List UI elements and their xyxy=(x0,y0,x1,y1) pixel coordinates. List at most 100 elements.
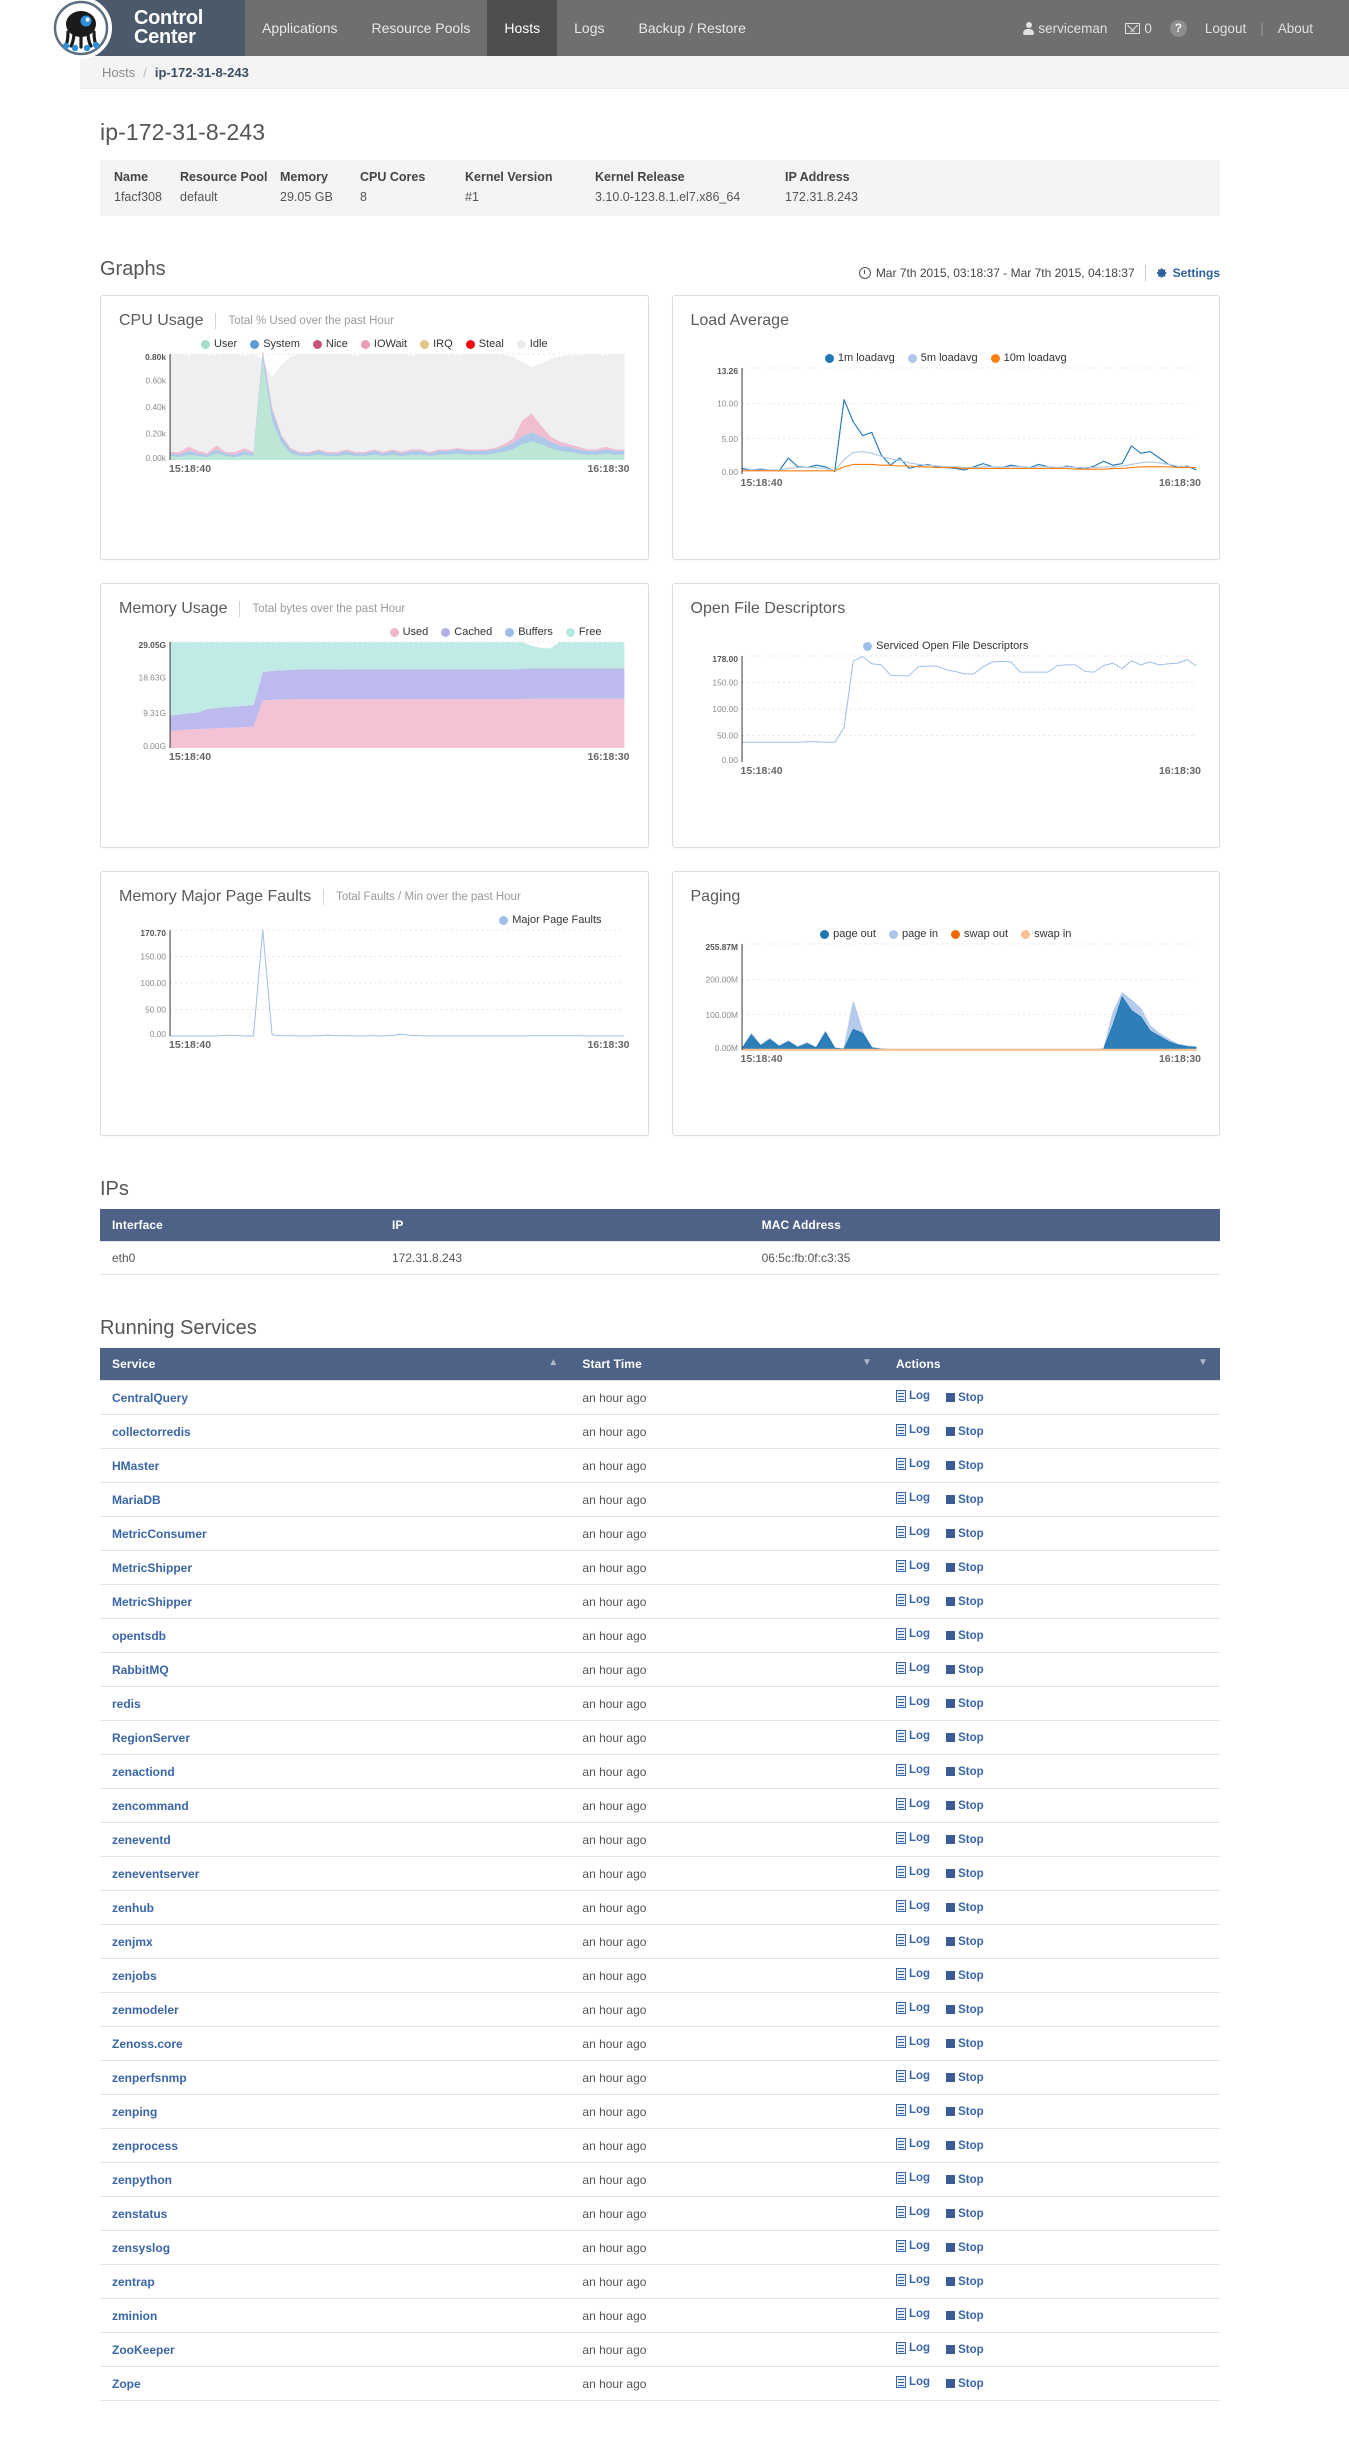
nav-item-hosts[interactable]: Hosts xyxy=(487,0,558,56)
view-log-button[interactable]: Log xyxy=(895,2274,930,2286)
chart-plot-cpu-usage[interactable]: 0.00k 0.20k 0.40k 0.60k 0.80k xyxy=(119,352,630,462)
service-link[interactable]: zenactiond xyxy=(112,1765,175,1779)
stop-service-button[interactable]: Stop xyxy=(946,2072,984,2084)
stop-service-button[interactable]: Stop xyxy=(946,2242,984,2254)
view-log-button[interactable]: Log xyxy=(895,1832,930,1844)
stop-service-button[interactable]: Stop xyxy=(946,1800,984,1812)
stop-service-button[interactable]: Stop xyxy=(946,1698,984,1710)
stop-service-button[interactable]: Stop xyxy=(946,1528,984,1540)
stop-service-button[interactable]: Stop xyxy=(946,1562,984,1574)
breadcrumb-hosts[interactable]: Hosts xyxy=(102,65,135,80)
ips-header-interface[interactable]: Interface xyxy=(100,1209,380,1242)
stop-service-button[interactable]: Stop xyxy=(946,2038,984,2050)
chevron-down-icon[interactable]: ▼ xyxy=(1198,1357,1208,1368)
legend-item[interactable]: Buffers xyxy=(505,626,553,638)
legend-item[interactable]: page out xyxy=(820,928,876,940)
view-log-button[interactable]: Log xyxy=(895,2240,930,2252)
nav-item-resource-pools[interactable]: Resource Pools xyxy=(355,0,488,56)
view-log-button[interactable]: Log xyxy=(895,1560,930,1572)
view-log-button[interactable]: Log xyxy=(895,2206,930,2218)
legend-item[interactable]: Used xyxy=(389,626,428,638)
legend-item[interactable]: Major Page Faults xyxy=(499,914,602,926)
stop-service-button[interactable]: Stop xyxy=(946,2310,984,2322)
view-log-button[interactable]: Log xyxy=(895,1628,930,1640)
legend-item[interactable]: Steal xyxy=(465,338,504,350)
service-link[interactable]: MariaDB xyxy=(112,1493,161,1507)
view-log-button[interactable]: Log xyxy=(895,1696,930,1708)
stop-service-button[interactable]: Stop xyxy=(946,1732,984,1744)
legend-item[interactable]: IRQ xyxy=(420,338,453,350)
nav-item-applications[interactable]: Applications xyxy=(245,0,355,56)
ips-header-mac[interactable]: MAC Address xyxy=(749,1209,1220,1242)
service-link[interactable]: zenjmx xyxy=(112,1935,153,1949)
legend-item[interactable]: User xyxy=(200,338,237,350)
services-header-service[interactable]: Service ▲ xyxy=(100,1348,571,1381)
service-link[interactable]: zminion xyxy=(112,2309,157,2323)
nav-item-backup-restore[interactable]: Backup / Restore xyxy=(621,0,762,56)
service-link[interactable]: Zope xyxy=(112,2377,141,2391)
legend-item[interactable]: page in xyxy=(888,928,938,940)
view-log-button[interactable]: Log xyxy=(895,1968,930,1980)
about-link[interactable]: About xyxy=(1272,21,1319,36)
service-link[interactable]: zenprocess xyxy=(112,2139,178,2153)
stop-service-button[interactable]: Stop xyxy=(946,1630,984,1642)
stop-service-button[interactable]: Stop xyxy=(946,2174,984,2186)
chart-plot-load-average[interactable]: 0.00 5.00 10.00 13.26 xyxy=(691,366,1202,476)
service-link[interactable]: collectorredis xyxy=(112,1425,191,1439)
view-log-button[interactable]: Log xyxy=(895,2104,930,2116)
stop-service-button[interactable]: Stop xyxy=(946,1970,984,1982)
chart-plot-paging[interactable]: 0.00M 100.00M 200.00M 255.87M xyxy=(691,942,1202,1052)
services-header-actions[interactable]: Actions ▼ xyxy=(883,1348,1220,1381)
legend-item[interactable]: Idle xyxy=(516,338,548,350)
legend-item[interactable]: swap out xyxy=(951,928,1008,940)
legend-item[interactable]: Serviced Open File Descriptors xyxy=(863,640,1028,652)
chevron-up-icon[interactable]: ▲ xyxy=(548,1357,558,1368)
user-menu[interactable]: serviceman xyxy=(1017,21,1113,36)
service-link[interactable]: ZooKeeper xyxy=(112,2343,175,2357)
legend-item[interactable]: 5m loadavg xyxy=(907,352,978,364)
service-link[interactable]: Zenoss.core xyxy=(112,2037,183,2051)
view-log-button[interactable]: Log xyxy=(895,2308,930,2320)
legend-item[interactable]: System xyxy=(250,338,300,350)
view-log-button[interactable]: Log xyxy=(895,1662,930,1674)
brand[interactable]: Control Center xyxy=(50,0,245,59)
view-log-button[interactable]: Log xyxy=(895,2342,930,2354)
service-link[interactable]: zencommand xyxy=(112,1799,189,1813)
legend-item[interactable]: swap in xyxy=(1021,928,1071,940)
stop-service-button[interactable]: Stop xyxy=(946,1392,984,1404)
service-link[interactable]: zenmodeler xyxy=(112,2003,179,2017)
service-link[interactable]: zentrap xyxy=(112,2275,155,2289)
service-link[interactable]: zenjobs xyxy=(112,1969,157,1983)
ips-header-ip[interactable]: IP xyxy=(380,1209,750,1242)
view-log-button[interactable]: Log xyxy=(895,1492,930,1504)
stop-service-button[interactable]: Stop xyxy=(946,2140,984,2152)
view-log-button[interactable]: Log xyxy=(895,1764,930,1776)
view-log-button[interactable]: Log xyxy=(895,2138,930,2150)
chart-plot-memory-major-page-faults[interactable]: 0.00 50.00 100.00 150.00 170.70 xyxy=(119,928,630,1038)
service-link[interactable]: zensyslog xyxy=(112,2241,170,2255)
stop-service-button[interactable]: Stop xyxy=(946,1766,984,1778)
view-log-button[interactable]: Log xyxy=(895,1866,930,1878)
service-link[interactable]: zenping xyxy=(112,2105,157,2119)
stop-service-button[interactable]: Stop xyxy=(946,1868,984,1880)
view-log-button[interactable]: Log xyxy=(895,2376,930,2388)
stop-service-button[interactable]: Stop xyxy=(946,1596,984,1608)
service-link[interactable]: zeneventserver xyxy=(112,1867,199,1881)
logout-link[interactable]: Logout xyxy=(1199,21,1252,36)
view-log-button[interactable]: Log xyxy=(895,1526,930,1538)
legend-item[interactable]: Nice xyxy=(312,338,348,350)
legend-item[interactable]: 1m loadavg xyxy=(824,352,895,364)
service-link[interactable]: MetricShipper xyxy=(112,1561,192,1575)
stop-service-button[interactable]: Stop xyxy=(946,2344,984,2356)
nav-item-logs[interactable]: Logs xyxy=(557,0,621,56)
legend-item[interactable]: IOWait xyxy=(360,338,407,350)
stop-service-button[interactable]: Stop xyxy=(946,1902,984,1914)
stop-service-button[interactable]: Stop xyxy=(946,1936,984,1948)
help-button[interactable]: ? xyxy=(1164,19,1193,37)
view-log-button[interactable]: Log xyxy=(895,2070,930,2082)
service-link[interactable]: redis xyxy=(112,1697,141,1711)
stop-service-button[interactable]: Stop xyxy=(946,2276,984,2288)
services-header-start-time[interactable]: Start Time ▼ xyxy=(570,1348,884,1381)
view-log-button[interactable]: Log xyxy=(895,2002,930,2014)
view-log-button[interactable]: Log xyxy=(895,2036,930,2048)
